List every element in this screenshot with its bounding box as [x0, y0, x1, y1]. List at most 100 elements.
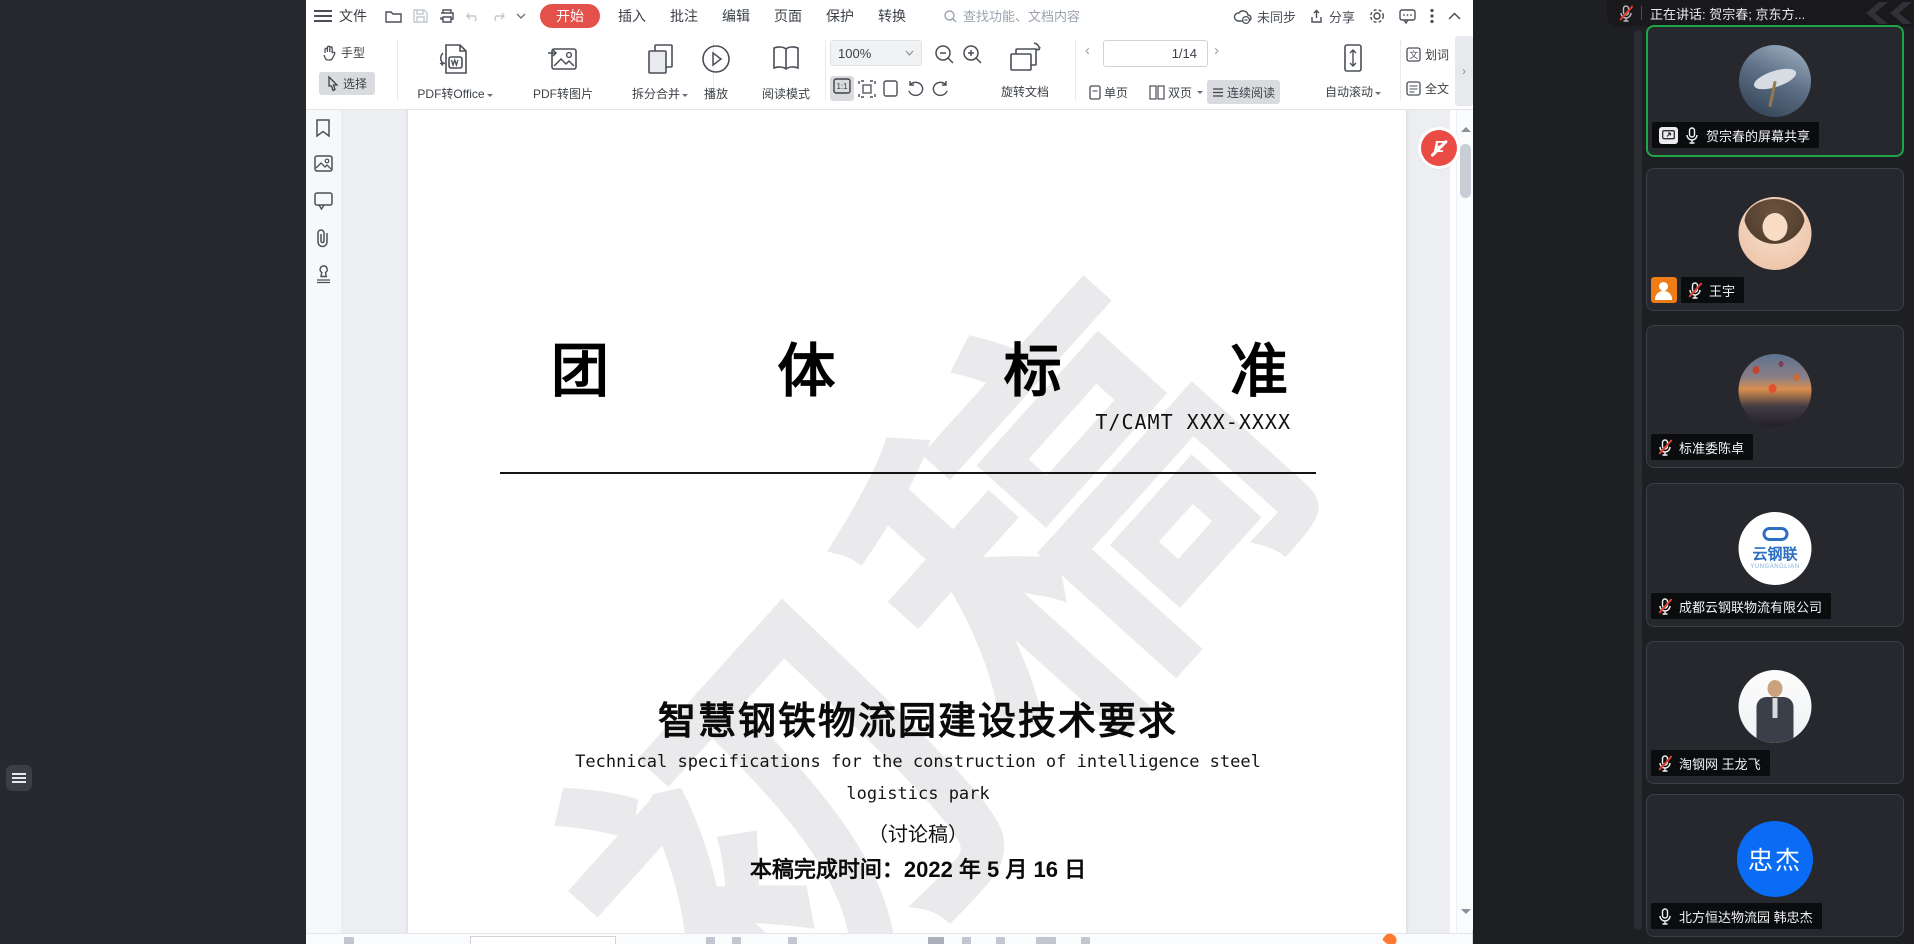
- tab-comment[interactable]: 批注: [658, 6, 710, 26]
- status-icon-stub[interactable]: [996, 937, 1005, 944]
- ribbon-expand-handle[interactable]: ›: [1455, 36, 1473, 106]
- avatar-balloons-photo: [1739, 354, 1812, 427]
- collapse-ribbon-icon[interactable]: [1448, 12, 1461, 20]
- status-icon-stub[interactable]: [962, 937, 971, 944]
- participant-name: 淘钢网 王龙飞: [1679, 754, 1761, 773]
- standard-code: T/CAMT XXX-XXXX: [1095, 410, 1291, 434]
- participant-tile-hezongchun-share[interactable]: 贺宗春的屏幕共享: [1646, 25, 1904, 157]
- rotate-document-button[interactable]: 旋转文档: [986, 38, 1064, 104]
- search-input[interactable]: [963, 9, 1113, 24]
- status-page-input[interactable]: [470, 936, 616, 944]
- tab-insert[interactable]: 插入: [606, 6, 658, 26]
- file-menu[interactable]: 文件: [339, 6, 367, 26]
- zoom-in-icon[interactable]: [962, 44, 984, 64]
- read-mode-button[interactable]: 阅读模式: [746, 38, 826, 104]
- settings-gear-icon[interactable]: [1369, 8, 1385, 24]
- tab-edit[interactable]: 编辑: [710, 6, 762, 26]
- hamburger-menu-icon[interactable]: [314, 10, 332, 22]
- mic-muted-icon: [1658, 598, 1672, 615]
- menu-bar: 文件 开始 插入 批注 编辑 页面 保护 转换: [306, 0, 1473, 32]
- share-arrow-icon: [1310, 9, 1325, 24]
- signature-stamp-icon[interactable]: [314, 264, 333, 283]
- status-icon-stub[interactable]: [788, 937, 797, 944]
- speaking-banner: 正在讲话: 贺宗春; 京东方...: [1607, 0, 1914, 26]
- participant-tile-wanglongfei[interactable]: 淘钢网 王龙飞: [1646, 641, 1904, 784]
- scroll-up-arrow[interactable]: [1461, 122, 1471, 132]
- next-page-button[interactable]: ›: [1214, 42, 1219, 59]
- word-translate-icon: 文: [1406, 47, 1421, 62]
- rotate-left-button[interactable]: [906, 80, 926, 98]
- tab-protect[interactable]: 保护: [814, 6, 866, 26]
- attachment-icon[interactable]: [314, 228, 332, 248]
- search-icon: [944, 10, 957, 23]
- mic-muted-icon: [1619, 5, 1633, 22]
- zoom-level-select[interactable]: 100%: [830, 40, 922, 66]
- comment-panel-icon[interactable]: [314, 192, 333, 210]
- feedback-comment-icon[interactable]: [1399, 9, 1416, 23]
- status-icon-stub-active[interactable]: [928, 937, 944, 944]
- pdf-to-image-button[interactable]: PDF转图片: [515, 38, 611, 104]
- undo-icon[interactable]: [466, 10, 480, 22]
- status-icon-stub[interactable]: [1081, 937, 1090, 944]
- page-number-box[interactable]: 1/14: [1103, 40, 1208, 67]
- cloud-unsynced-icon: [1233, 9, 1253, 24]
- zoom-out-icon[interactable]: [934, 44, 956, 64]
- save-icon[interactable]: [413, 9, 428, 23]
- participant-tile-yunganglian[interactable]: 云钢联 YUNGANGLIAN 成都云钢联物流有限公司: [1646, 483, 1904, 627]
- status-icon-stub[interactable]: [344, 937, 354, 944]
- wps-pdf-window: 文件 开始 插入 批注 编辑 页面 保护 转换: [306, 0, 1473, 944]
- participants-scrollbar[interactable]: [1634, 30, 1642, 930]
- vertical-scrollbar[interactable]: [1456, 110, 1473, 933]
- search-box[interactable]: [944, 9, 1113, 24]
- speaking-banner-text: 正在讲话: 贺宗春; 京东方...: [1650, 4, 1805, 23]
- participant-tile-chenzhuo[interactable]: 标准委陈卓: [1646, 325, 1904, 468]
- tab-convert[interactable]: 转换: [866, 6, 918, 26]
- fit-page-button[interactable]: [882, 80, 902, 98]
- open-folder-icon[interactable]: [385, 9, 402, 23]
- participant-name: 北方恒达物流园 韩忠杰: [1679, 907, 1813, 926]
- participant-tile-wangyu[interactable]: 王宇: [1646, 168, 1904, 311]
- participant-tile-hanzhongjie[interactable]: 忠杰 北方恒达物流园 韩忠杰: [1646, 794, 1904, 937]
- status-icon-stub[interactable]: [706, 937, 715, 944]
- auto-scroll-button[interactable]: 自动滚动: [1311, 38, 1395, 104]
- scrollbar-thumb[interactable]: [1460, 144, 1471, 198]
- single-page-icon: [1089, 85, 1101, 100]
- more-options-icon[interactable]: [1430, 8, 1434, 24]
- tab-page[interactable]: 页面: [762, 6, 814, 26]
- mic-muted-icon: [1658, 439, 1672, 456]
- status-icon-stub[interactable]: [1036, 937, 1056, 944]
- double-page-icon: [1149, 85, 1165, 100]
- participant-name: 成都云钢联物流有限公司: [1679, 597, 1822, 616]
- actual-size-button[interactable]: 1:1: [830, 76, 854, 101]
- customize-toolbar-caret-icon[interactable]: [516, 13, 526, 19]
- pdf-to-office-button[interactable]: PDF转Office: [407, 38, 503, 104]
- fit-width-button[interactable]: [858, 80, 878, 98]
- meeting-panel: 正在讲话: 贺宗春; 京东方... 贺宗春的屏幕共享: [1473, 0, 1914, 944]
- play-button[interactable]: 播放: [681, 38, 751, 104]
- continuous-read-button[interactable]: 连续阅读: [1207, 80, 1280, 104]
- print-icon[interactable]: [439, 9, 455, 23]
- image-panel-icon[interactable]: [314, 155, 333, 172]
- share-button[interactable]: 分享: [1310, 7, 1355, 26]
- rotate-right-button[interactable]: [930, 80, 950, 98]
- previous-page-button[interactable]: ‹: [1085, 42, 1090, 59]
- scroll-down-arrow[interactable]: [1461, 909, 1471, 919]
- double-page-button[interactable]: 双页: [1144, 80, 1208, 104]
- hand-tool-button[interactable]: 手型: [322, 44, 365, 61]
- tab-home[interactable]: 开始: [540, 4, 600, 28]
- wps-promo-flame-icon[interactable]: [1382, 931, 1399, 944]
- sync-status[interactable]: 未同步: [1233, 7, 1296, 26]
- single-page-button[interactable]: 单页: [1084, 80, 1133, 104]
- status-icon-stub[interactable]: [732, 937, 741, 944]
- redo-icon[interactable]: [491, 10, 505, 22]
- participant-name: 标准委陈卓: [1679, 438, 1744, 457]
- word-translate-button[interactable]: 文 划词: [1406, 46, 1449, 63]
- select-tool-button[interactable]: 选择: [319, 72, 375, 95]
- floating-outline-button[interactable]: [6, 765, 32, 791]
- wps-float-badge[interactable]: E: [1421, 130, 1457, 166]
- document-viewport[interactable]: 初稿 团体标准 T/CAMT XXX-XXXX 智慧钢铁物流园建设技术要求 Te…: [342, 110, 1450, 933]
- bookmark-icon[interactable]: [314, 118, 332, 138]
- full-translate-button[interactable]: 全文: [1406, 80, 1449, 97]
- banner-deco-icons: [1866, 2, 1912, 24]
- draft-note: （讨论稿）: [408, 818, 1406, 847]
